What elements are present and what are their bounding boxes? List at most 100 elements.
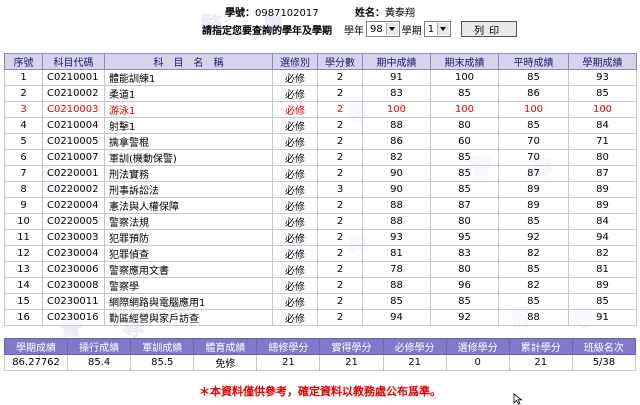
- year-select[interactable]: 98: [366, 21, 400, 37]
- cell-final: 80: [430, 117, 499, 134]
- table-row: 3 C0210003 游泳1 必修 2 100 100 100 100: [4, 101, 637, 118]
- summary-value-row: 86.27762 85.4 85.5 免修 21 21 21 0 21 5/38: [3, 354, 637, 371]
- summary-header: 軍訓成績: [130, 338, 195, 355]
- summary-value: 5/38: [571, 354, 637, 371]
- summary-header: 學期成績: [3, 338, 69, 355]
- semester-label: 學期: [401, 25, 422, 37]
- cell-code: C0210004: [42, 117, 105, 134]
- table-row: 10 C0220005 警察法規 必修 2 88 80 85 84: [4, 213, 637, 230]
- cell-term: 93: [568, 69, 637, 86]
- cell-final: 100: [430, 101, 499, 118]
- cell-term: 85: [568, 85, 637, 102]
- cell-term: 84: [568, 117, 637, 134]
- cell-type: 必修: [272, 133, 318, 150]
- cell-credits: 2: [317, 85, 363, 102]
- cell-term: 94: [568, 229, 637, 246]
- semester-select[interactable]: 1: [423, 21, 452, 37]
- summary-header: 累計學分: [508, 338, 573, 355]
- cell-name: 警察法規: [104, 213, 273, 230]
- table-row: 15 C0230011 網際網路與電腦應用1 必修 2 85 85 85 85: [4, 293, 637, 310]
- cell-final: 87: [430, 197, 499, 214]
- cell-usual: 70: [498, 133, 569, 150]
- cell-code: C0210001: [42, 69, 105, 86]
- cell-usual: 89: [498, 181, 569, 198]
- year-label: 學年: [344, 25, 364, 37]
- cell-usual: 85: [498, 213, 569, 230]
- cell-final: 85: [430, 181, 499, 198]
- cell-mid: 78: [362, 261, 431, 278]
- cell-name: 射擊1: [104, 117, 273, 134]
- table-row: 7 C0220001 刑法實務 必修 2 90 85 87 87: [4, 165, 637, 182]
- cell-no: 2: [4, 85, 43, 102]
- table-row: 8 C0220002 刑事訴訟法 必修 3 90 85 89 89: [4, 181, 637, 198]
- column-header: 期中成績: [362, 53, 431, 70]
- cell-final: 85: [430, 149, 499, 166]
- cell-name: 勤區經營與家戶訪查: [104, 309, 273, 326]
- cell-code: C0220005: [42, 213, 105, 230]
- table-header-row: 序號 科目代碼科 目 名 稱選修別 學分數 期中成績 期末成績 平時成績 學期成績: [4, 53, 637, 70]
- table-row: 14 C0230008 警察學 必修 2 88 96 82 89: [4, 277, 637, 294]
- cell-credits: 2: [317, 101, 363, 118]
- cell-final: 83: [430, 245, 499, 262]
- cell-code: C0210007: [42, 149, 105, 166]
- column-header: 平時成績: [498, 53, 569, 70]
- cell-usual: 92: [498, 229, 569, 246]
- column-header: 學期成績: [568, 53, 637, 70]
- cell-credits: 2: [317, 293, 363, 310]
- cell-usual: 85: [498, 261, 569, 278]
- year-select-value: 98: [370, 23, 383, 35]
- cell-code: C0220001: [42, 165, 105, 182]
- cell-credits: 2: [317, 229, 363, 246]
- table-row: 13 C0230006 警察應用文書 必修 2 78 80 85 81: [4, 261, 637, 278]
- cell-type: 必修: [272, 277, 318, 294]
- cell-credits: 2: [317, 245, 363, 262]
- student-id-value: 0987102017: [255, 8, 319, 19]
- cell-code: C0230003: [42, 229, 105, 246]
- query-bar: 請指定您要查詢的學年及學期 學年 98 學期 1 列印: [202, 21, 518, 37]
- summary-header: 實得學分: [319, 338, 384, 355]
- cell-type: 必修: [272, 229, 318, 246]
- cell-final: 92: [430, 309, 499, 326]
- summary-header: 選修學分: [445, 338, 510, 355]
- cell-credits: 3: [317, 181, 363, 198]
- student-id-label: 學號：: [225, 8, 255, 19]
- cell-no: 13: [4, 261, 43, 278]
- table-row: 5 C0210005 擒拿警棍 必修 2 86 60 70 71: [4, 133, 637, 150]
- cell-usual: 85: [498, 293, 569, 310]
- cell-no: 14: [4, 277, 43, 294]
- cell-type: 必修: [272, 309, 318, 326]
- cell-no: 10: [4, 213, 43, 230]
- print-button[interactable]: 列印: [461, 21, 518, 37]
- cell-credits: 2: [317, 165, 363, 182]
- cell-no: 5: [4, 133, 43, 150]
- cell-name: 警察學: [104, 277, 273, 294]
- cell-mid: 82: [362, 149, 431, 166]
- cell-no: 4: [4, 117, 43, 134]
- table-row: 11 C0230003 犯罪預防 必修 2 93 95 92 94: [4, 229, 637, 246]
- cell-mid: 83: [362, 85, 431, 102]
- cell-code: C0230011: [42, 293, 105, 310]
- semester-select-value: 1: [427, 23, 435, 35]
- cell-name: 體能訓練1: [104, 69, 273, 86]
- summary-value: 0: [445, 354, 510, 371]
- chevron-down-icon[interactable]: [437, 23, 450, 35]
- table-row: 9 C0220004 憲法與人權保障 必修 2 88 87 89 89: [4, 197, 637, 214]
- mouse-cursor-icon: [513, 393, 523, 405]
- cell-no: 16: [4, 309, 43, 326]
- column-header: 學分數: [317, 53, 363, 70]
- column-header: 選修別: [272, 53, 318, 70]
- cell-usual: 89: [498, 197, 569, 214]
- student-name-value: 黃泰翔: [385, 8, 415, 19]
- cell-final: 100: [430, 69, 499, 86]
- cell-credits: 2: [317, 69, 363, 86]
- summary-header: 必修學分: [382, 338, 447, 355]
- cell-type: 必修: [272, 69, 318, 86]
- cell-no: 12: [4, 245, 43, 262]
- cell-mid: 90: [362, 165, 431, 182]
- cell-usual: 85: [498, 117, 569, 134]
- cell-term: 89: [568, 277, 637, 294]
- student-name-label: 姓名：: [355, 8, 385, 19]
- chevron-down-icon[interactable]: [385, 23, 398, 35]
- cell-type: 必修: [272, 165, 318, 182]
- cell-usual: 100: [498, 101, 569, 118]
